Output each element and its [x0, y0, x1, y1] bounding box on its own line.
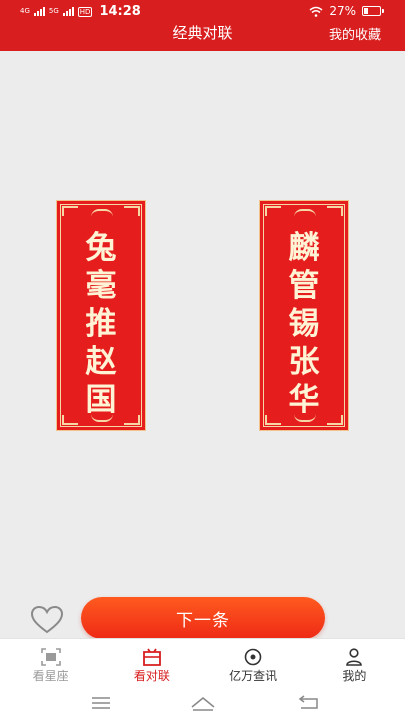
ornament-icon: [62, 206, 78, 216]
battery-percent: 27%: [329, 4, 356, 18]
system-nav-bar: [0, 688, 405, 720]
network-4g-label: 4G: [20, 7, 30, 15]
menu-icon[interactable]: [91, 695, 111, 711]
couplet-char: 麟: [288, 230, 320, 266]
tab-mine[interactable]: 我的: [304, 639, 405, 689]
ornament-icon: [124, 206, 140, 216]
couplet-char: 锡: [288, 306, 320, 342]
hd-badge: HD: [77, 6, 93, 17]
wifi-icon: [309, 6, 323, 17]
tab-horoscope[interactable]: 看星座: [0, 639, 101, 689]
status-right: 27%: [309, 4, 384, 18]
top-bar: 4G 5G HD 14:28 27% 经典对联 我的收藏: [0, 0, 405, 51]
tab-label: 看对联: [133, 669, 170, 683]
scan-icon: [40, 648, 61, 666]
couplet-char: 兔: [85, 230, 117, 266]
couplet-right: 麟 管 锡 张 华: [259, 200, 349, 431]
couplet-char: 华: [288, 382, 320, 418]
tab-label: 看星座: [32, 669, 69, 683]
tab-bar: 看星座 看对联 亿万查讯 我的: [0, 638, 405, 689]
next-button[interactable]: 下一条: [81, 597, 325, 639]
home-icon[interactable]: [190, 695, 216, 711]
heart-icon[interactable]: [30, 605, 64, 635]
signal-icon-2: [62, 7, 74, 16]
couplet-char: 张: [288, 344, 320, 380]
back-icon[interactable]: [298, 695, 320, 711]
tab-label: 亿万查讯: [229, 669, 278, 683]
tab-lookup[interactable]: 亿万查讯: [203, 639, 304, 689]
couplet-char: 毫: [85, 268, 117, 304]
person-icon: [346, 648, 363, 666]
battery-icon: [362, 6, 384, 16]
couplet-char: 国: [85, 382, 117, 418]
status-time: 14:28: [99, 4, 141, 19]
couplet-char: 赵: [85, 344, 117, 380]
favorites-link[interactable]: 我的收藏: [329, 24, 381, 43]
couplet-right-text: 麟 管 锡 张 华: [260, 229, 348, 419]
signal-icon: [33, 7, 45, 16]
status-left: 4G 5G HD 14:28: [20, 4, 141, 19]
battery-level: [364, 8, 368, 14]
couplet-left-text: 兔 毫 推 赵 国: [57, 229, 145, 419]
network-5g-label: 5G: [48, 7, 59, 15]
couplet-char: 管: [288, 268, 320, 304]
ornament-icon: [327, 206, 343, 216]
couplet-char: 推: [85, 306, 117, 342]
couplet-icon: [142, 648, 161, 666]
couplet-left: 兔 毫 推 赵 国: [56, 200, 146, 431]
ornament-icon: [265, 206, 281, 216]
status-bar: 4G 5G HD 14:28 27%: [0, 0, 405, 24]
cloud-ornament-icon: [294, 209, 316, 217]
cloud-ornament-icon: [91, 209, 113, 217]
flower-icon: [244, 648, 262, 666]
tab-label: 我的: [342, 669, 367, 683]
tab-couplets[interactable]: 看对联: [101, 639, 202, 689]
